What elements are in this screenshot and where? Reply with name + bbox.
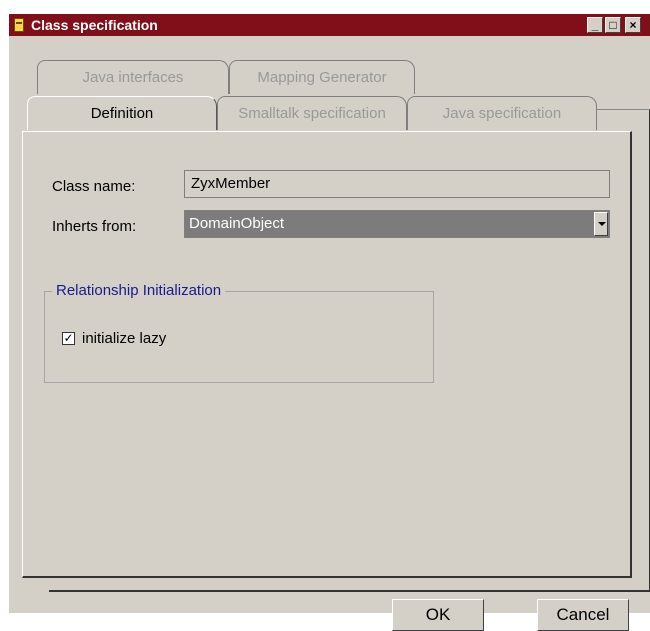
inherits-from-value: DomainObject: [189, 215, 285, 232]
initialize-lazy-label: initialize lazy: [82, 330, 167, 347]
class-name-label: Class name:: [52, 178, 136, 195]
title-bar[interactable]: Class specification _ □ ×: [9, 14, 650, 36]
inherits-from-label: Inherts from:: [52, 218, 137, 235]
close-button[interactable]: ×: [625, 17, 641, 33]
ok-button[interactable]: OK: [392, 599, 484, 631]
relationship-initialization-legend: Relationship Initialization: [52, 282, 226, 299]
inherits-from-select[interactable]: DomainObject: [184, 210, 610, 238]
minimize-button[interactable]: _: [587, 17, 603, 33]
tab-label: Smalltalk specification: [238, 105, 386, 122]
tab-label: Java interfaces: [82, 69, 184, 86]
app-icon: [14, 18, 24, 32]
tab-java-interfaces[interactable]: Java interfaces: [37, 60, 229, 94]
tab-java-specification[interactable]: Java specification: [407, 96, 597, 130]
tab-mapping-generator[interactable]: Mapping Generator: [229, 60, 415, 94]
initialize-lazy-checkbox[interactable]: ✓: [62, 332, 75, 345]
tab-label: Definition: [90, 105, 154, 122]
tab-smalltalk-specification[interactable]: Smalltalk specification: [217, 96, 407, 130]
tab-definition[interactable]: Definition: [27, 96, 217, 130]
maximize-button[interactable]: □: [605, 17, 621, 33]
window-title: Class specification: [31, 17, 158, 33]
tab-label: Mapping Generator: [257, 69, 387, 86]
class-name-field[interactable]: ZyxMember: [184, 170, 610, 198]
cancel-button[interactable]: Cancel: [537, 599, 629, 631]
tab-label: Java specification: [442, 105, 562, 122]
chevron-down-icon[interactable]: [594, 212, 608, 236]
